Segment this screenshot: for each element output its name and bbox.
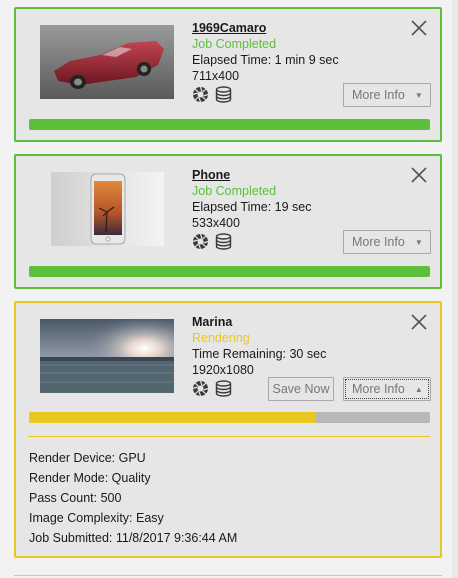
progress-fill xyxy=(29,412,316,423)
job-card-phone: Phone Job Completed Elapsed Time: 19 sec… xyxy=(14,154,442,289)
job-submitted: Job Submitted: 11/8/2017 9:36:44 AM xyxy=(29,531,238,545)
image-complexity: Image Complexity: Easy xyxy=(29,511,164,525)
more-info-label: More Info xyxy=(352,235,405,249)
close-icon[interactable] xyxy=(410,19,428,37)
database-icon[interactable] xyxy=(215,233,232,250)
aperture-icon[interactable] xyxy=(192,233,209,250)
job-card-marina: Marina Rendering Time Remaining: 30 sec … xyxy=(14,301,442,558)
close-icon[interactable] xyxy=(410,313,428,331)
more-info-button[interactable]: More Info ▲ xyxy=(343,377,431,401)
database-icon[interactable] xyxy=(215,86,232,103)
resolution: 711x400 xyxy=(192,69,240,83)
resolution: 1920x1080 xyxy=(192,363,254,377)
progress-bar xyxy=(29,266,430,277)
elapsed-time: Elapsed Time: 1 min 9 sec xyxy=(192,53,339,67)
job-status: Job Completed xyxy=(192,37,277,51)
save-now-label: Save Now xyxy=(272,382,330,396)
more-info-button[interactable]: More Info ▼ xyxy=(343,83,431,107)
resolution: 533x400 xyxy=(192,216,240,230)
list-divider xyxy=(14,575,442,576)
chevron-down-icon: ▼ xyxy=(414,90,423,100)
database-icon[interactable] xyxy=(215,380,232,397)
progress-bar xyxy=(29,412,430,423)
job-title: Marina xyxy=(192,315,233,329)
chevron-down-icon: ▼ xyxy=(414,237,423,247)
aperture-icon[interactable] xyxy=(192,380,209,397)
job-thumbnail[interactable] xyxy=(51,172,164,246)
more-info-label: More Info xyxy=(352,382,405,396)
chevron-up-icon: ▲ xyxy=(414,384,423,394)
close-icon[interactable] xyxy=(410,166,428,184)
details-divider xyxy=(28,436,430,437)
scrollbar-track[interactable] xyxy=(452,0,458,578)
job-thumbnail[interactable] xyxy=(40,319,174,393)
job-thumbnail[interactable] xyxy=(40,25,174,99)
job-title[interactable]: 1969Camaro xyxy=(192,21,266,35)
job-title[interactable]: Phone xyxy=(192,168,230,182)
save-now-button[interactable]: Save Now xyxy=(268,377,334,401)
progress-bar xyxy=(29,119,430,130)
aperture-icon[interactable] xyxy=(192,86,209,103)
render-device: Render Device: GPU xyxy=(29,451,146,465)
progress-fill xyxy=(29,266,430,277)
more-info-button[interactable]: More Info ▼ xyxy=(343,230,431,254)
time-remaining: Time Remaining: 30 sec xyxy=(192,347,327,361)
job-status: Rendering xyxy=(192,331,250,345)
pass-count: Pass Count: 500 xyxy=(29,491,122,505)
job-card-1969camaro: 1969Camaro Job Completed Elapsed Time: 1… xyxy=(14,7,442,142)
more-info-label: More Info xyxy=(352,88,405,102)
render-mode: Render Mode: Quality xyxy=(29,471,151,485)
job-status: Job Completed xyxy=(192,184,277,198)
progress-fill xyxy=(29,119,430,130)
elapsed-time: Elapsed Time: 19 sec xyxy=(192,200,312,214)
